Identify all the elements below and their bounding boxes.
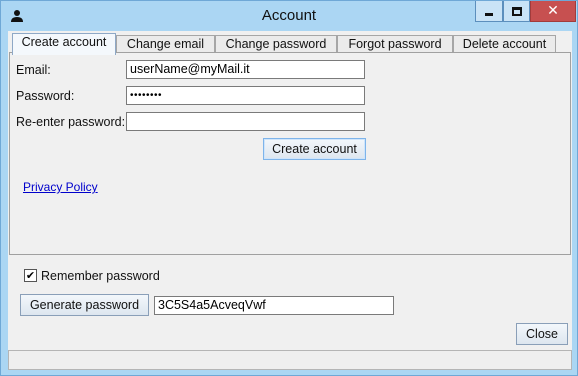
create-account-button[interactable]: Create account — [263, 138, 366, 160]
generated-password-field[interactable]: 3C5S4a5AcveqVwf — [154, 296, 394, 315]
status-bar — [8, 350, 572, 370]
close-button[interactable]: Close — [516, 323, 568, 345]
email-field[interactable]: userName@myMail.it — [126, 60, 365, 79]
close-window-button[interactable]: ✕ — [530, 1, 576, 22]
password-field[interactable]: •••••••• — [126, 86, 365, 105]
content-area: Create account Change email Change passw… — [8, 31, 572, 370]
tab-create-account[interactable]: Create account — [12, 33, 116, 55]
generate-password-button[interactable]: Generate password — [20, 294, 149, 316]
remember-password-label: Remember password — [41, 269, 160, 283]
reenter-password-label: Re-enter password: — [16, 115, 126, 129]
remember-password-checkbox[interactable]: ✔ — [24, 269, 37, 282]
maximize-button[interactable] — [503, 1, 530, 22]
minimize-icon — [485, 12, 493, 16]
email-label: Email: — [16, 63, 51, 77]
reenter-password-field[interactable] — [126, 112, 365, 131]
close-icon: ✕ — [547, 3, 559, 19]
minimize-button[interactable] — [475, 1, 503, 22]
account-window: Account ✕ Create account Change email Ch… — [0, 0, 578, 376]
title-bar[interactable]: Account ✕ — [1, 1, 577, 31]
maximize-icon — [511, 6, 522, 16]
check-icon: ✔ — [25, 269, 36, 282]
create-account-panel: Email: userName@myMail.it Password: ••••… — [9, 52, 571, 255]
password-label: Password: — [16, 89, 75, 103]
privacy-policy-link[interactable]: Privacy Policy — [23, 180, 98, 194]
